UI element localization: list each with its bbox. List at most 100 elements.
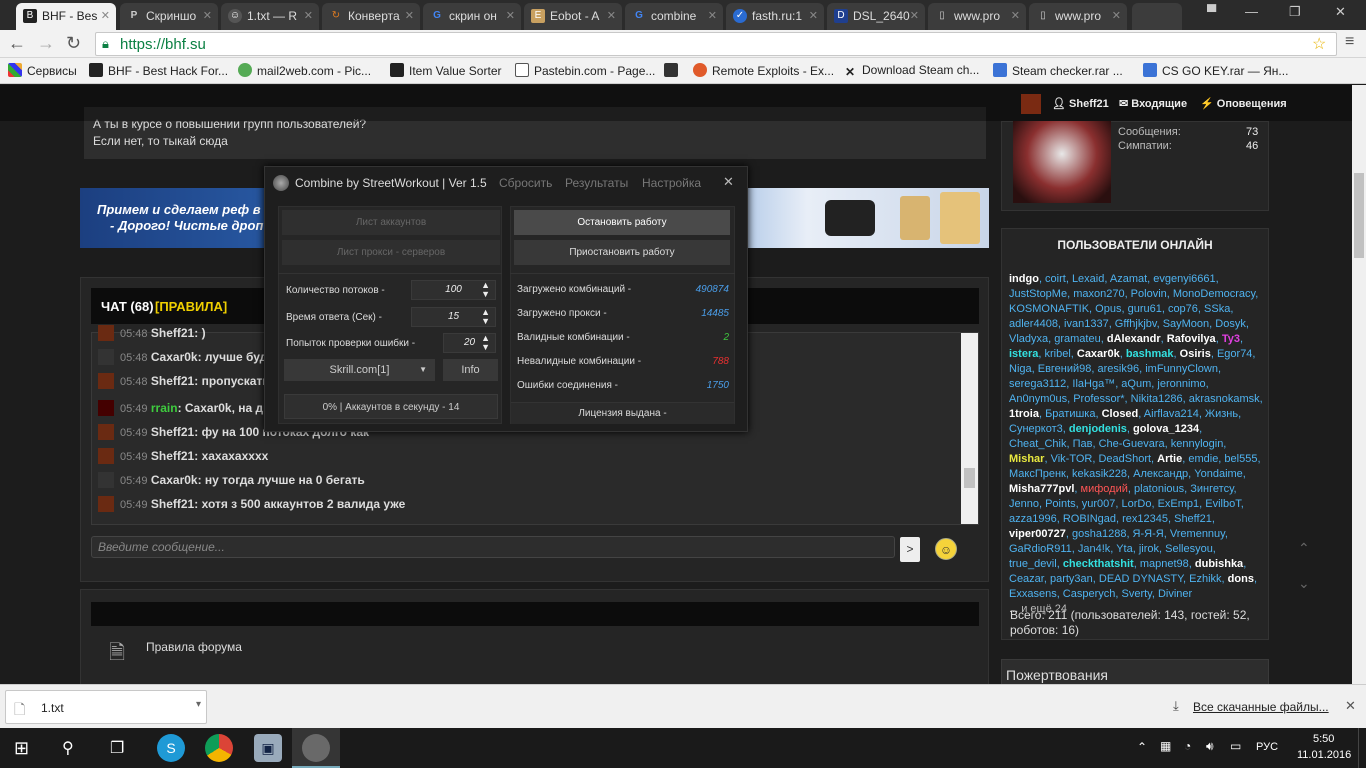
new-tab-button[interactable] [1132,3,1182,30]
stepper-arrows-icon[interactable]: ▲ ▼ [481,281,490,299]
minimize-icon[interactable]: — [1245,4,1258,19]
close-icon[interactable]: ✕ [101,9,110,22]
close-icon[interactable]: ✕ [203,9,212,22]
accounts-list-button[interactable]: Лист аккаунтов [282,210,500,235]
close-icon[interactable]: ✕ [1011,9,1020,22]
send-button[interactable]: > [900,537,920,562]
download-item[interactable]: 🗋︎ 1.txt ▾ [5,690,207,724]
tab-dsl[interactable]: D DSL_2640 ✕ [827,3,925,30]
tab-google-search[interactable]: Gскрин он ✕ [423,3,521,30]
chat-scrollbar[interactable] [961,333,978,524]
bookmark-steam-checker[interactable]: Steam checker.rar ... [993,63,1123,78]
tab-fasth[interactable]: ✓ fasth.ru:1 ✕ [726,3,824,30]
nav-inbox[interactable]: ✉ Входящие [1119,97,1187,110]
tab-www-pro-2[interactable]: ▯ www.pro ✕ [1029,3,1127,30]
restore-icon[interactable]: ❐ [1289,4,1301,20]
tray-chevron-icon[interactable]: ⌃ [1137,740,1147,754]
download-menu-icon[interactable]: ▾ [196,699,201,710]
bookmark-services[interactable]: Сервисы [8,63,77,78]
pause-button[interactable]: Приостановить работу [514,240,730,265]
user-avatar[interactable] [1021,94,1041,114]
timeout-stepper[interactable]: 15 ▲ ▼ [411,307,496,327]
nav-alerts[interactable]: ⚡ Оповещения [1200,97,1287,110]
bookmark-steam[interactable]: ✕ Download Steam ch... [843,63,979,79]
chrome-icon[interactable] [205,734,233,762]
user-icon[interactable]: ▀ [1207,4,1216,19]
stop-button[interactable]: Остановить работу [514,210,730,235]
skype-icon[interactable]: S [157,734,185,762]
address-bar[interactable]: 🔒︎ https://bhf.su ☆ [95,32,1337,56]
threads-stepper[interactable]: 100 ▲ ▼ [411,280,496,300]
close-icon[interactable]: ✕ [1112,9,1121,22]
search-icon[interactable]: ⚲ [62,738,74,758]
bookmark-exploits[interactable]: Remote Exploits - Ex... [693,63,834,78]
close-shelf-icon[interactable]: ✕ [1345,698,1356,714]
language-indicator[interactable]: РУС [1256,741,1278,753]
tab-screenshot[interactable]: P Скриншо ✕ [120,3,218,30]
network-icon[interactable]: ▦ [1160,739,1171,753]
tab-eobot[interactable]: E Eobot - A ✕ [524,3,622,30]
notification-icon[interactable]: ▭ [1230,739,1241,753]
clock-time[interactable]: 5:50 [1313,733,1334,745]
close-icon[interactable]: ✕ [910,9,919,22]
nav-user[interactable]: 👤︎ Sheff21 [1052,97,1109,110]
stepper-arrows-icon[interactable]: ▲ ▼ [481,308,490,326]
stepper-arrows-icon[interactable]: ▲ ▼ [481,334,490,352]
close-icon[interactable]: ✕ [708,9,717,22]
profile-avatar[interactable] [1013,121,1111,203]
installer-icon[interactable]: ▣ [254,734,282,762]
tab-combine[interactable]: Gcombine ✕ [625,3,723,30]
window-close-icon[interactable]: ✕ [1335,4,1346,20]
chat-rules-link[interactable]: [ПРАВИЛА] [155,299,227,314]
wifi-icon[interactable]: ◔ [1184,739,1191,753]
dlink-icon: D [834,9,848,23]
task-view-icon[interactable]: ❐ [110,738,124,758]
scroll-down-icon[interactable]: ⌄ [1298,575,1310,592]
bookmark-pastebin[interactable]: Pastebin.com - Page... [515,63,655,78]
convert-icon: ↻ [331,10,341,21]
proxy-list-button[interactable]: Лист прокси - серверов [282,240,500,265]
close-icon[interactable]: ✕ [809,9,818,22]
forum-rules-link[interactable]: Правила форума [146,640,242,654]
show-desktop-button[interactable] [1358,728,1366,768]
volume-icon[interactable]: 🔊︎ [1206,739,1214,754]
retries-stepper[interactable]: 20 ▲ ▼ [443,333,496,353]
forward-icon[interactable]: → [37,33,55,54]
close-icon[interactable]: ✕ [405,9,414,22]
menu-icon[interactable]: ≡ [1345,33,1354,51]
scroll-up-icon[interactable]: ⌃ [1298,540,1310,557]
tab-1txt[interactable]: ☺ 1.txt — R ✕ [221,3,319,30]
menu-results[interactable]: Результаты [565,176,628,190]
url-text: https://bhf.su [120,36,206,53]
divider [278,273,502,274]
tab-bhf[interactable]: B BHF - Bes ✕ [16,3,116,30]
service-select[interactable]: Skrill.com[1] ▼ [284,359,435,381]
all-downloads-link[interactable]: Все скачанные файлы... [1193,700,1329,714]
bookmark-item-value[interactable]: Item Value Sorter [390,63,501,78]
chat-input[interactable]: Введите сообщение... [91,536,895,558]
info-button[interactable]: Info [443,359,498,381]
smiley-icon[interactable]: ☺ [935,538,957,560]
stat-valid: 2 [723,332,729,343]
close-icon[interactable]: ✕ [607,9,616,22]
windows-start-icon[interactable]: ⊞ [14,738,29,759]
back-icon[interactable]: ← [8,33,26,54]
reload-icon[interactable]: ↻ [66,33,81,54]
online-users-list[interactable]: indgo, coirt, Lexaid, Azamat, evgenyi666… [1009,272,1264,617]
menu-settings[interactable]: Настройка [642,176,701,190]
bookmark-csgo-key[interactable]: CS GO KEY.rar — Ян... [1143,63,1288,78]
close-icon[interactable]: ✕ [506,9,515,22]
close-icon[interactable]: ✕ [304,9,313,22]
clock-date[interactable]: 11.01.2016 [1297,749,1351,761]
bookmark-mail2web[interactable]: mail2web.com - Pic... [238,63,371,78]
tab-convert[interactable]: ↻ Конверта ✕ [322,3,420,30]
tab-www-pro-1[interactable]: ▯ www.pro ✕ [928,3,1026,30]
menu-reset[interactable]: Сбросить [499,176,552,190]
dialog-close-icon[interactable]: ✕ [723,174,734,190]
star-icon[interactable]: ☆ [1312,34,1326,54]
page-scroll-thumb[interactable] [1354,173,1364,258]
bookmark-bhf[interactable]: BHF - Best Hack For... [89,63,228,78]
bhf-icon: B [23,9,37,23]
bookmark-fp[interactable] [664,63,683,78]
chat-scroll-thumb[interactable] [964,468,975,488]
